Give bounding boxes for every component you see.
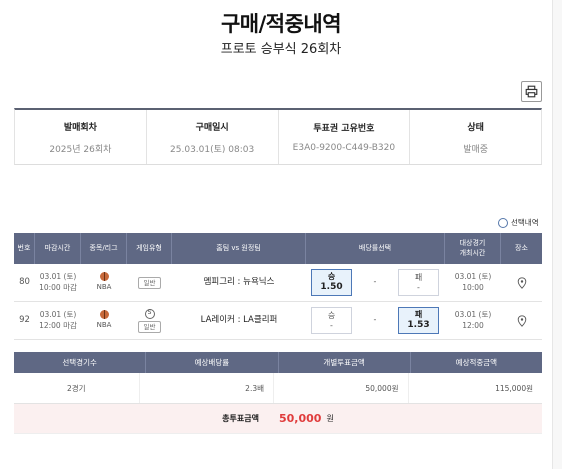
page-subtitle: 프로토 승부식 26회차 <box>220 42 342 57</box>
odds-lose-value: - <box>417 282 420 292</box>
total-bet-unit: 원 <box>326 414 334 423</box>
total-bet-label: 총투표금액 <box>222 414 259 423</box>
info-round-label: 발매회차 <box>63 122 97 133</box>
game-type-badge: 일반 <box>137 320 162 333</box>
col-header-location: 장소 <box>515 243 528 252</box>
info-status-label: 상태 <box>467 122 484 133</box>
row-teams: LA레이커 : LA클리퍼 <box>200 314 278 325</box>
row-location[interactable] <box>501 302 542 339</box>
row-teams: 멤피그리 : 뉴욕닉스 <box>203 276 275 287</box>
summary-expected-payout: 115,000원 <box>495 383 533 393</box>
purchase-info-table: 발매회차 2025년 26회차 구매일시 25.03.01(토) 08:03 투… <box>14 108 542 165</box>
col-header-no: 번호 <box>14 233 35 264</box>
row-game-date: 03.01 (토) <box>454 272 492 282</box>
row-location[interactable] <box>501 264 542 301</box>
row-game-time: 03.01 (토) 12:00 <box>445 302 501 339</box>
col-header-game-time-line2: 개최시간 <box>459 248 486 257</box>
page-title: 구매/적중내역 <box>220 12 342 36</box>
summary-bet-amount: 50,000원 <box>274 373 409 403</box>
col-header-sport: 종목/리그 <box>81 233 127 264</box>
odds-lose-label: 패 <box>414 272 423 282</box>
bet-table-header: 번호 마감시간 종목/리그 게임유형 홈팀 vs 원정팀 배당률선택 대상경기 … <box>14 233 542 264</box>
scrollbar[interactable] <box>552 0 562 469</box>
col-header-odds: 배당률선택 <box>306 233 445 264</box>
row-deadline-time: 10:00 마감 <box>39 282 77 292</box>
summary-table: 선택경기수 예상배당률 개별투표금액 예상적중금액 2경기 2.3배 50,00… <box>14 352 542 434</box>
row-number: 92 <box>19 314 30 325</box>
row-game-time-value: 12:00 <box>462 320 484 330</box>
info-date: 구매일시 25.03.01(토) 08:03 <box>147 110 279 164</box>
bet-table: 번호 마감시간 종목/리그 게임유형 홈팀 vs 원정팀 배당률선택 대상경기 … <box>14 233 542 340</box>
info-round: 발매회차 2025년 26회차 <box>15 110 147 164</box>
info-status: 상태 발매중 <box>410 110 541 164</box>
info-ticket-label: 투표권 고유번호 <box>313 124 375 134</box>
odds-lose-value: 1.53 <box>407 319 430 330</box>
printer-icon <box>525 85 538 98</box>
info-ticket: 투표권 고유번호 E3A0-9200-C449-B320 <box>279 110 411 164</box>
col-header-type: 게임유형 <box>127 233 172 264</box>
row-number: 80 <box>19 276 30 287</box>
total-bet-bar: 총투표금액 50,000 원 <box>14 404 542 434</box>
row-sport: NBA <box>81 264 127 301</box>
row-league: NBA <box>96 283 112 292</box>
odds-win-value: - <box>330 320 333 330</box>
info-round-value: 2025년 26회차 <box>49 144 112 155</box>
odds-win-label: 승 <box>327 310 336 320</box>
select-filter-toggle[interactable]: 선택내역 <box>498 217 539 228</box>
row-game-time: 03.01 (토) 10:00 <box>445 264 501 301</box>
basketball-icon <box>99 310 109 320</box>
row-deadline-time: 12:00 마감 <box>39 320 77 330</box>
summary-header-odds: 예상배당률 <box>146 352 279 373</box>
summary-header-bet-amount: 개별투표금액 <box>279 352 411 373</box>
select-filter-label: 선택내역 <box>511 218 539 227</box>
odds-lose-button[interactable]: 패 - <box>398 269 439 296</box>
col-header-deadline: 마감시간 <box>35 233 81 264</box>
odds-lose-label: 패 <box>414 310 423 320</box>
odds-win-label: 승 <box>327 272 336 282</box>
odds-draw: - <box>373 315 377 325</box>
summary-odds: 2.3배 <box>140 373 274 403</box>
row-type: 일반 <box>127 264 172 301</box>
row-game-date: 03.01 (토) <box>454 310 492 320</box>
summary-header: 선택경기수 예상배당률 개별투표금액 예상적중금액 <box>14 352 542 373</box>
location-pin-icon[interactable] <box>517 276 527 289</box>
print-button[interactable] <box>521 81 542 102</box>
table-row: 92 03.01 (토) 12:00 마감 NBA S 일반 LA레이커 : L… <box>14 302 542 340</box>
total-bet-amount: 50,000 <box>278 412 322 425</box>
special-game-icon: S <box>144 308 155 319</box>
summary-header-count: 선택경기수 <box>14 352 147 373</box>
odds-lose-button[interactable]: 패 1.53 <box>398 307 439 334</box>
row-odds: 승 - - 패 1.53 <box>306 302 445 339</box>
row-league: NBA <box>96 321 112 330</box>
row-sport: NBA <box>81 302 127 339</box>
select-filter-checkbox[interactable] <box>498 217 508 228</box>
odds-win-button[interactable]: 승 - <box>311 307 352 334</box>
info-date-value: 25.03.01(토) 08:03 <box>170 144 255 155</box>
table-row: 80 03.01 (토) 10:00 마감 NBA 일반 멤피그리 : 뉴욕닉스… <box>14 264 542 302</box>
info-status-value: 발매중 <box>463 144 489 155</box>
odds-draw: - <box>373 277 377 287</box>
row-deadline-date: 03.01 (토) <box>39 310 77 320</box>
row-game-time-value: 10:00 <box>462 282 484 292</box>
info-ticket-value: E3A0-9200-C449-B320 <box>292 143 396 153</box>
odds-win-button[interactable]: 승 1.50 <box>311 269 352 296</box>
summary-count: 2경기 <box>14 373 140 403</box>
info-date-label: 구매일시 <box>195 122 229 133</box>
summary-row: 2경기 2.3배 50,000원 115,000원 <box>14 373 542 404</box>
row-type: S 일반 <box>127 302 172 339</box>
row-deadline-date: 03.01 (토) <box>39 272 77 282</box>
row-odds: 승 1.50 - 패 - <box>306 264 445 301</box>
location-pin-icon[interactable] <box>517 314 527 327</box>
col-header-teams: 홈팀 vs 원정팀 <box>172 233 306 264</box>
basketball-icon <box>99 272 109 282</box>
row-deadline: 03.01 (토) 10:00 마감 <box>35 264 81 301</box>
summary-header-expected-payout: 예상적중금액 <box>455 358 498 367</box>
col-header-game-time: 대상경기 개최시간 <box>445 233 501 264</box>
odds-win-value: 1.50 <box>320 281 343 292</box>
row-deadline: 03.01 (토) 12:00 마감 <box>35 302 81 339</box>
col-header-game-time-line1: 대상경기 <box>459 239 486 248</box>
game-type-badge: 일반 <box>137 276 162 289</box>
